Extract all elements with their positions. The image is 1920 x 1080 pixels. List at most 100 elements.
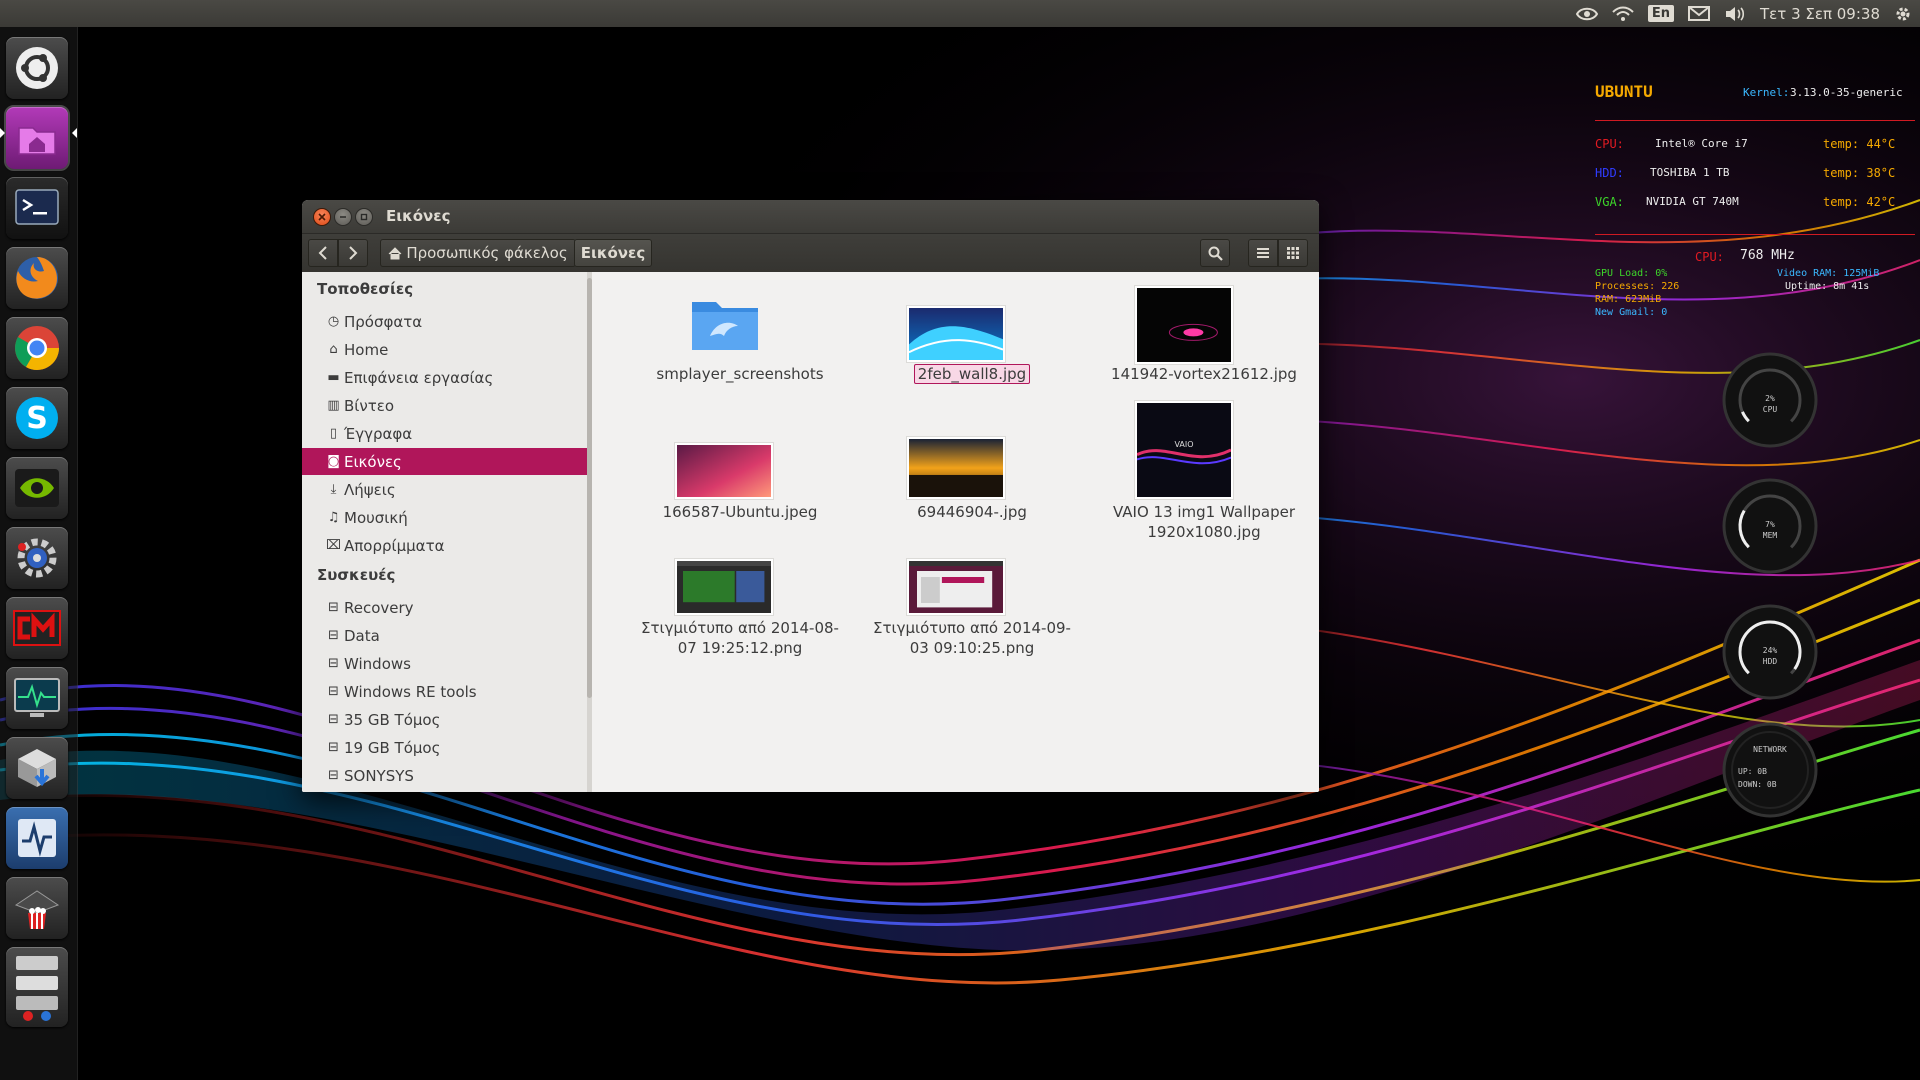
sidebar-device-label: Data <box>344 626 380 645</box>
skype-icon: S <box>16 397 58 439</box>
vaio-thumb-text: VAIO <box>1174 440 1193 449</box>
sidebar-device[interactable]: ⊟ SONYSYS <box>302 762 587 789</box>
volume-icon[interactable] <box>1724 0 1746 27</box>
back-button[interactable] <box>308 239 338 267</box>
drive-icon: ⊟ <box>328 656 339 671</box>
conky-kernel-label: Kernel: <box>1743 86 1790 99</box>
session-gear-icon[interactable] <box>1894 0 1912 27</box>
minimize-button[interactable] <box>334 208 352 226</box>
launcher-activity[interactable] <box>6 807 68 869</box>
sidebar-scrollbar-thumb[interactable] <box>587 278 592 698</box>
titlebar[interactable]: Εικόνες <box>302 200 1319 234</box>
breadcrumb-current[interactable]: Εικόνες <box>574 239 652 267</box>
conky-uptime: Uptime: 8m 41s <box>1785 281 1870 292</box>
sidebar-item-label: Πρόσφατα <box>344 312 423 331</box>
file-label: Στιγμιότυπο από 2014-08-07 19:25:12.png <box>632 618 848 658</box>
sidebar-device-label: 19 GB Τόμος <box>344 738 441 757</box>
grid-view-button[interactable] <box>1278 239 1308 267</box>
gauge-label: HDD <box>1762 657 1778 666</box>
nvidia-tray-icon[interactable] <box>1575 0 1598 27</box>
launcher-chrome[interactable] <box>6 317 68 379</box>
mail-icon[interactable] <box>1688 0 1710 27</box>
icon-view: smplayer_screenshots 2feb_wall8.jpg 141942… <box>602 272 1319 792</box>
files-icon <box>18 127 56 155</box>
clock-icon: ◷ <box>327 314 340 329</box>
maximize-icon <box>360 213 368 221</box>
nvidia-icon <box>15 469 59 507</box>
launcher-firefox[interactable] <box>6 247 68 309</box>
hardware-icon <box>16 956 58 1021</box>
sidebar: Τοποθεσίες ◷ Πρόσφατα ⌂ Home ▬ Επιφάνεια εργα… <box>302 272 592 792</box>
sidebar-item[interactable]: ♫ Μουσική <box>302 504 587 531</box>
launcher-settings[interactable] <box>6 527 68 589</box>
close-button[interactable] <box>313 208 331 226</box>
drive-icon: ⊟ <box>328 740 339 755</box>
sidebar-item[interactable]: ▯ Έγγραφα <box>302 420 587 447</box>
sidebar-item[interactable]: ⤓ Λήψεις <box>302 476 587 503</box>
thumbnail <box>906 436 1006 500</box>
launcher-focused-pip <box>72 128 77 138</box>
sidebar-device[interactable]: ⊟ Windows <box>302 650 587 677</box>
conky-divider <box>1595 120 1915 121</box>
launcher: S <box>0 27 78 1080</box>
sidebar-device-label: Recovery <box>344 598 414 617</box>
activity-monitor-icon <box>18 819 56 857</box>
sidebar-device[interactable]: ⊟ Recovery <box>302 594 587 621</box>
network-label: NETWORK <box>1753 745 1787 754</box>
search-button[interactable] <box>1200 239 1230 267</box>
sidebar-device[interactable]: ⊟ Data <box>302 622 587 649</box>
keyboard-layout-indicator[interactable]: En <box>1647 0 1674 27</box>
chrome-icon <box>15 326 59 370</box>
document-icon: ▯ <box>329 426 338 441</box>
top-panel: En Τετ 3 Σεπ 09:38 <box>0 0 1920 27</box>
terminal-icon <box>15 189 59 225</box>
sidebar-item[interactable]: ▥ Βίντεο <box>302 392 587 419</box>
sidebar-device[interactable]: ⊟ 35 GB Τόμος <box>302 706 587 733</box>
thumbnail <box>674 442 774 500</box>
conky-vga: NVIDIA GT 740M <box>1646 195 1739 208</box>
file-name: 166587-Ubuntu.jpeg <box>662 503 818 521</box>
drive-icon: ⊟ <box>328 684 339 699</box>
sidebar-item[interactable]: ▬ Επιφάνεια εργασίας <box>302 364 587 391</box>
sidebar-item[interactable]: ⌂ Home <box>302 336 587 363</box>
sidebar-device[interactable]: ⊟ Windows RE tools <box>302 678 587 705</box>
file-name: 2feb_wall8.jpg <box>913 364 1031 384</box>
sidebar-device[interactable]: ⊟ 19 GB Τόμος <box>302 734 587 761</box>
launcher-system-monitor[interactable] <box>6 667 68 729</box>
maximize-button[interactable] <box>355 208 373 226</box>
sidebar-item[interactable]: ◙ Εικόνες <box>302 448 587 475</box>
thumbnail: VAIO <box>1134 400 1234 500</box>
drive-icon: ⊟ <box>328 712 339 727</box>
wifi-icon[interactable] <box>1612 0 1634 27</box>
forward-button[interactable] <box>338 239 368 267</box>
file-label: Στιγμιότυπο από 2014-09-03 09:10:25.png <box>864 618 1080 658</box>
launcher-installer[interactable] <box>6 737 68 799</box>
launcher-files[interactable] <box>4 105 70 171</box>
system-monitor-icon <box>14 678 60 717</box>
breadcrumb-home[interactable]: Προσωπικός φάκελος <box>380 239 576 267</box>
installer-icon <box>18 749 56 787</box>
launcher-popcorn[interactable] <box>6 877 68 939</box>
music-icon: ♫ <box>327 510 340 525</box>
sidebar-scrollbar[interactable] <box>587 272 592 792</box>
launcher-nvidia[interactable] <box>6 457 68 519</box>
conky-gmail: New Gmail: 0 <box>1595 307 1668 318</box>
conky-cpu-freq: 768 MHz <box>1740 248 1795 263</box>
launcher-cm[interactable] <box>6 597 68 659</box>
list-view-button[interactable] <box>1248 239 1278 267</box>
sidebar-item[interactable]: ⌧ Απορρίμματα <box>302 532 587 559</box>
sidebar-item-label: Μουσική <box>344 508 408 527</box>
search-icon <box>1208 246 1223 261</box>
launcher-hardware[interactable] <box>6 947 68 1027</box>
launcher-dash[interactable] <box>6 37 68 99</box>
sidebar-item-label: Home <box>344 340 389 359</box>
firefox-icon <box>16 257 58 299</box>
clock[interactable]: Τετ 3 Σεπ 09:38 <box>1760 0 1880 27</box>
launcher-terminal[interactable] <box>6 177 68 239</box>
svg-text:S: S <box>26 401 48 436</box>
sidebar-item[interactable]: ◷ Πρόσφατα <box>302 308 587 335</box>
launcher-skype[interactable]: S <box>6 387 68 449</box>
sidebar-item-label: Έγγραφα <box>344 424 413 443</box>
cm-icon <box>13 610 61 646</box>
gauge-cpu: 2% CPU <box>1720 350 1820 450</box>
